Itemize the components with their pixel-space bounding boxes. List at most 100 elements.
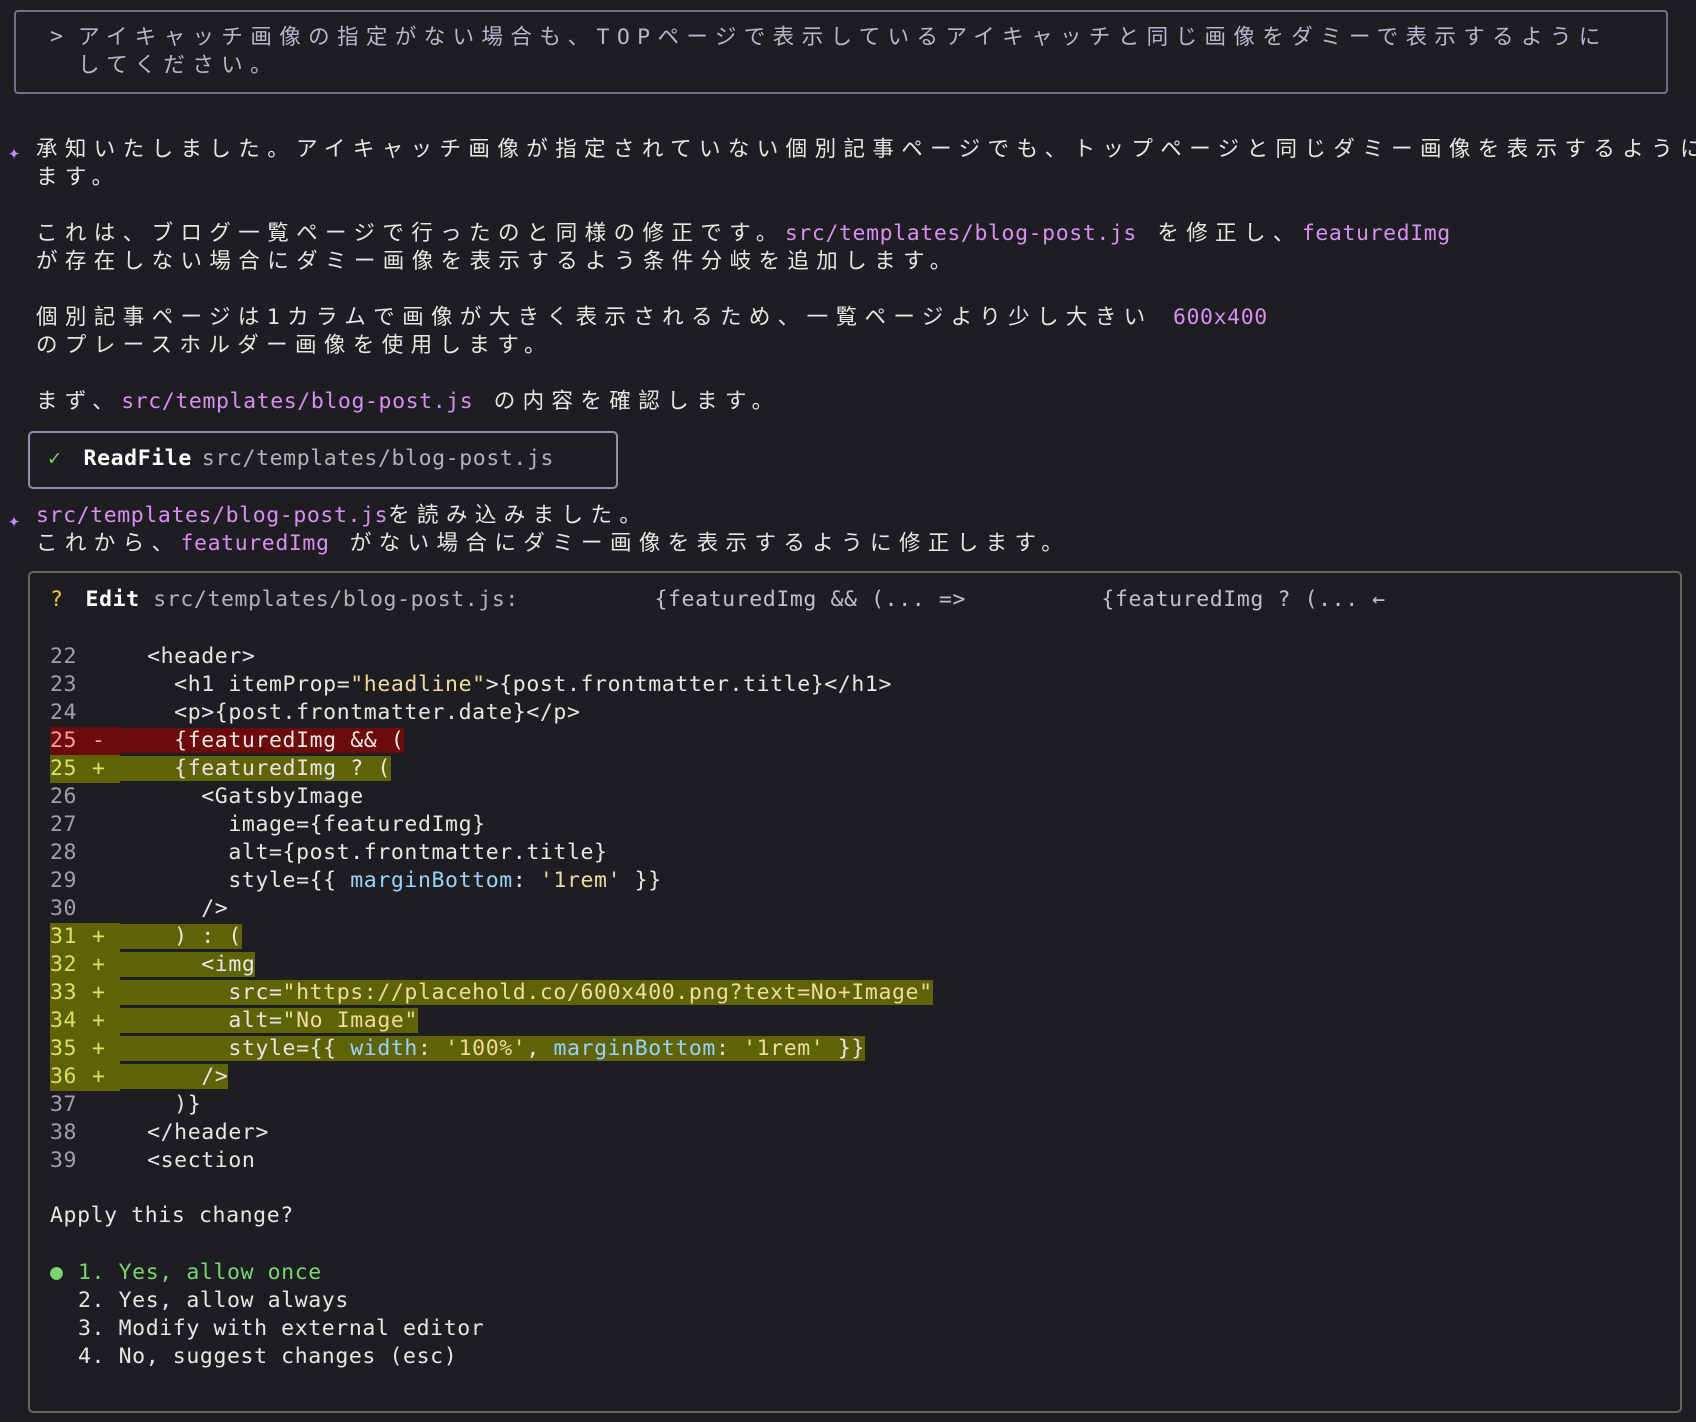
response-paragraph: これから、featuredImg がない場合にダミー画像を表示するように修正しま…: [36, 530, 1070, 558]
line-number: 31: [50, 923, 92, 951]
code-segment: ) : (: [120, 924, 242, 949]
diff-marker: +: [92, 979, 120, 1007]
line-number: 25: [50, 727, 92, 755]
edit-to-snippet: {featuredImg ? (... ←: [1101, 587, 1386, 612]
code-segment: />: [120, 896, 229, 921]
apply-question: Apply this change?: [50, 1203, 294, 1228]
diff-marker: [92, 671, 120, 699]
string-literal: "headline": [350, 672, 486, 697]
diff-line: 31 + ) : (: [50, 923, 933, 951]
diff-line: 28 alt={post.frontmatter.title}: [50, 839, 933, 867]
line-number: 28: [50, 840, 78, 865]
line-number: 33: [50, 979, 92, 1007]
string-literal: "No Image": [282, 1008, 418, 1033]
code-segment: {featuredImg && (: [120, 728, 405, 753]
diff-marker: [92, 643, 120, 671]
selected-dot-icon: [50, 1343, 78, 1371]
code-text: <p>{post.frontmatter.date}</p>: [120, 700, 581, 725]
response-text: の内容を確認します。: [473, 389, 781, 414]
line-number: 35: [50, 1035, 92, 1063]
code-segment: {featuredImg ? (: [120, 756, 391, 781]
prompt-caret: >: [50, 24, 63, 49]
response-paragraph: src/templates/blog-post.jsを読み込みました。: [36, 502, 648, 530]
option-label: 4. No, suggest changes (esc): [78, 1344, 458, 1369]
code-text: src="https://placehold.co/600x400.png?te…: [120, 980, 933, 1005]
code-text: <GatsbyImage: [120, 784, 364, 809]
code-text: {featuredImg && (: [120, 728, 405, 753]
diff-line: 25- {featuredImg && (: [50, 727, 933, 755]
option-label: 3. Modify with external editor: [78, 1316, 485, 1341]
check-icon: ✓: [48, 446, 62, 471]
question-mark-icon: ?: [50, 587, 64, 612]
code-text: <section: [120, 1148, 255, 1173]
edit-header: ? Edit src/templates/blog-post.js: {featu…: [50, 587, 1386, 612]
diff-marker: [92, 867, 120, 895]
diff-line: 27 image={featuredImg}: [50, 811, 933, 839]
code-segment: <GatsbyImage: [120, 784, 364, 809]
code-segment: alt=: [120, 1008, 283, 1033]
diff-line: 25 + {featuredImg ? (: [50, 755, 933, 783]
variable-name: featuredImg: [180, 531, 330, 556]
property-name: marginBottom: [553, 1036, 716, 1061]
diff-line: 29 style={{ marginBottom: '1rem' }}: [50, 867, 933, 895]
diff-marker: +: [92, 1007, 120, 1035]
tool-argument: src/templates/blog-post.js: [201, 446, 555, 471]
code-segment: <img: [120, 952, 256, 977]
diff-marker: [92, 839, 120, 867]
diff-marker: +: [92, 1035, 120, 1063]
response-paragraph: 個別記事ページは1カラムで画像が大きく表示されるため、一覧ページより少し大きい …: [36, 304, 1268, 332]
diff-line: 30 />: [50, 895, 933, 923]
code-segment: )}: [120, 1092, 202, 1117]
diff-marker: -: [92, 727, 120, 755]
user-prompt-box: > アイキャッチ画像の指定がない場合も、TOPページで表示しているアイキャッチと…: [14, 10, 1668, 94]
code-text: <h1 itemProp="headline">{post.frontmatte…: [120, 672, 892, 697]
code-segment: >{post.frontmatter.title}</h1>: [485, 672, 893, 697]
user-prompt-text: アイキャッチ画像の指定がない場合も、TOPページで表示しているアイキャッチと同じ…: [78, 25, 1608, 78]
option-list: ● 1. Yes, allow once 2. Yes, allow always…: [50, 1259, 484, 1371]
diff-marker: [92, 783, 120, 811]
code-text: style={{ width: '100%', marginBottom: '1…: [120, 1036, 865, 1061]
line-number: 36: [50, 1063, 92, 1091]
string-literal: '100%': [445, 1036, 527, 1061]
line-number: 38: [50, 1120, 78, 1145]
option-4[interactable]: 4. No, suggest changes (esc): [50, 1343, 484, 1371]
line-number: 24: [50, 700, 78, 725]
edit-file-path: src/templates/blog-post.js:: [153, 587, 519, 612]
code-segment: }}: [621, 868, 662, 893]
code-text: </header>: [120, 1120, 269, 1145]
line-number: 30: [50, 896, 78, 921]
code-segment: style={{: [120, 1036, 351, 1061]
code-segment: <h1 itemProp=: [120, 672, 351, 697]
response-text: これは、ブログ一覧ページで行ったのと同様の修正です。: [36, 221, 785, 246]
assistant-sparkle-icon: ✦: [8, 508, 21, 532]
code-text: style={{ marginBottom: '1rem' }}: [120, 868, 662, 893]
code-segment: <section: [120, 1148, 256, 1173]
property-name: width: [350, 1036, 418, 1061]
response-text: 個別記事ページは1カラムで画像が大きく表示されるため、一覧ページより少し大きい: [36, 305, 1173, 330]
response-line: 承知いたしました。アイキャッチ画像が指定されていない個別記事ページでも、トップペ…: [36, 137, 1696, 162]
code-segment: src=: [120, 980, 283, 1005]
diff-line: 38 </header>: [50, 1119, 933, 1147]
tool-call-readfile: ✓ ReadFile src/templates/blog-post.js: [28, 431, 618, 489]
code-text: alt="No Image": [120, 1008, 418, 1033]
code-text: <img: [120, 952, 256, 977]
option-3[interactable]: 3. Modify with external editor: [50, 1315, 484, 1343]
variable-name: featuredImg: [1301, 221, 1451, 246]
line-number: 23: [50, 672, 78, 697]
option-1[interactable]: ● 1. Yes, allow once: [50, 1259, 484, 1287]
diff-marker: [92, 811, 120, 839]
diff-line: 39 <section: [50, 1147, 933, 1175]
response-text: まず、: [36, 389, 122, 414]
diff-line: 36 + />: [50, 1063, 933, 1091]
edit-confirmation-panel: ? Edit src/templates/blog-post.js: {featu…: [28, 571, 1682, 1413]
response-paragraph: これは、ブログ一覧ページで行ったのと同様の修正です。src/templates/…: [36, 220, 1451, 248]
line-number: 37: [50, 1092, 78, 1117]
option-2[interactable]: 2. Yes, allow always: [50, 1287, 484, 1315]
option-label: 2. Yes, allow always: [78, 1288, 349, 1313]
diff-line: 26 <GatsbyImage: [50, 783, 933, 811]
diff-marker: [92, 1119, 120, 1147]
code-text: />: [120, 1064, 229, 1089]
file-path: src/templates/blog-post.js: [784, 221, 1137, 246]
code-segment: :: [715, 1036, 744, 1061]
code-text: alt={post.frontmatter.title}: [120, 840, 608, 865]
